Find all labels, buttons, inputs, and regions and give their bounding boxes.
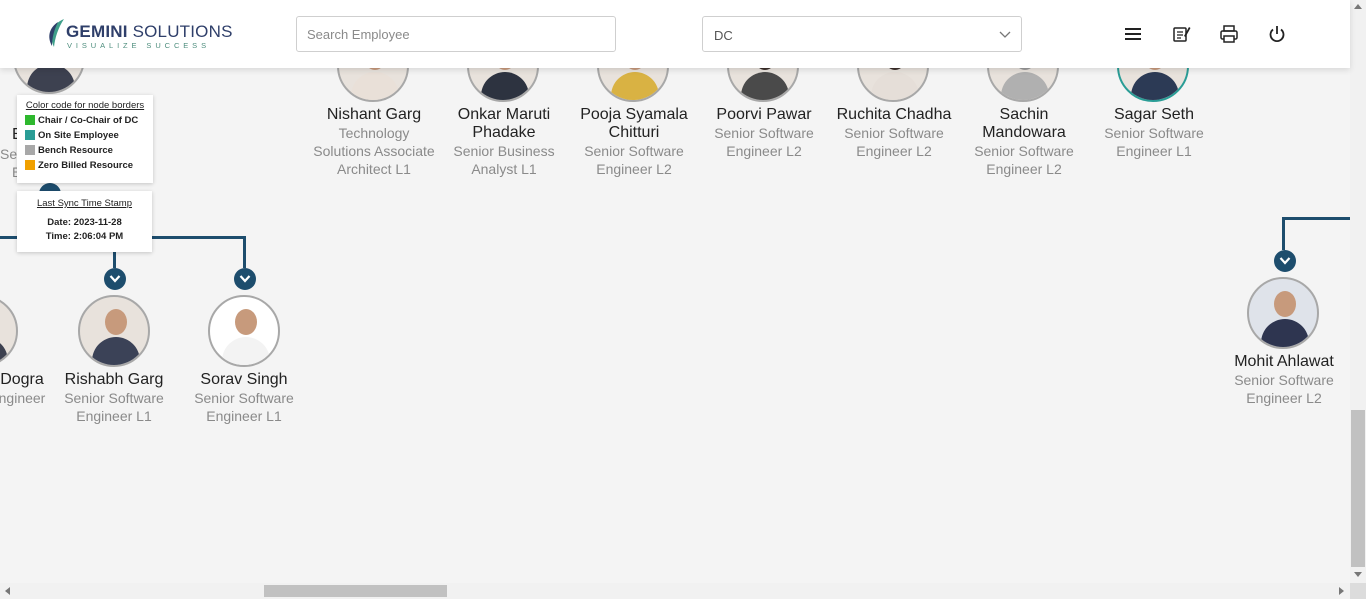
search-employee-input[interactable] bbox=[296, 16, 616, 52]
scroll-right-icon[interactable] bbox=[1339, 587, 1344, 595]
employee-node[interactable]: Sorav Singh Senior Software Engineer L1 bbox=[179, 371, 309, 425]
employee-role: Senior Software Engineer L2 bbox=[974, 143, 1074, 177]
employee-role: Senior Software Engineer L1 bbox=[64, 390, 164, 424]
leaf-logo-icon bbox=[49, 19, 64, 47]
legend-item: On Site Employee bbox=[23, 130, 147, 145]
employee-node[interactable]: Poorvi Pawar Senior Software Engineer L2 bbox=[699, 106, 829, 160]
connector-line bbox=[113, 250, 116, 268]
avatar[interactable] bbox=[1247, 277, 1319, 349]
scroll-down-icon[interactable] bbox=[1354, 572, 1362, 577]
connector-line bbox=[243, 236, 246, 268]
employee-role: Senior Software Engineer L2 bbox=[714, 125, 814, 159]
employee-role: Senior Software Engineer L2 bbox=[584, 143, 684, 177]
expand-toggle[interactable] bbox=[104, 268, 126, 290]
employee-node[interactable]: Pooja Syamala Chitturi Senior Software E… bbox=[569, 106, 699, 178]
dc-select[interactable]: DC bbox=[702, 16, 1022, 52]
employee-name: Sagar Seth bbox=[1113, 106, 1195, 123]
menu-icon[interactable] bbox=[1122, 23, 1144, 45]
legend-item: Zero Billed Resource bbox=[23, 160, 147, 175]
connector-line bbox=[1282, 217, 1285, 250]
employee-name: Nishant Garg bbox=[326, 106, 422, 123]
employee-name: Sorav Singh bbox=[200, 371, 288, 388]
expand-toggle[interactable] bbox=[234, 268, 256, 290]
employee-name: Mohit Ahlawat bbox=[1234, 353, 1334, 370]
gemini-logo[interactable]: GEMINI SOLUTIONS VISUALIZE SUCCESS bbox=[46, 16, 232, 52]
legend-item: Chair / Co-Chair of DC bbox=[23, 115, 147, 130]
sync-date: Date: 2023-11-28 bbox=[47, 217, 122, 228]
dc-select-value: DC bbox=[714, 28, 733, 43]
sync-panel: Last Sync Time Stamp Date: 2023-11-28 Ti… bbox=[17, 191, 152, 252]
employee-name: Pooja Syamala Chitturi bbox=[580, 106, 688, 141]
employee-node[interactable]: Sachin Mandowara Senior Software Enginee… bbox=[959, 106, 1089, 178]
power-icon[interactable] bbox=[1266, 23, 1288, 45]
employee-role: Senior Software Engineer L2 bbox=[844, 125, 944, 159]
employee-role: Senior Software Engineer L2 bbox=[1234, 372, 1334, 406]
horizontal-scroll-thumb[interactable] bbox=[264, 585, 447, 597]
employee-node[interactable]: Onkar Maruti Phadake Senior Business Ana… bbox=[439, 106, 569, 178]
avatar[interactable] bbox=[78, 295, 150, 367]
connector-line bbox=[152, 236, 246, 239]
employee-role: Senior Software Engineer L1 bbox=[194, 390, 294, 424]
employee-node[interactable]: Rishabh Garg Senior Software Engineer L1 bbox=[49, 371, 179, 425]
scrollbar-corner bbox=[1350, 583, 1366, 599]
sync-time: Time: 2:06:04 PM bbox=[45, 231, 124, 242]
top-header: GEMINI SOLUTIONS VISUALIZE SUCCESS DC bbox=[0, 0, 1350, 68]
avatar[interactable] bbox=[0, 295, 18, 367]
employee-node[interactable]: Sagar Seth Senior Software Engineer L1 bbox=[1089, 106, 1219, 160]
employee-name: Sachin Mandowara bbox=[982, 106, 1066, 141]
scroll-up-icon[interactable] bbox=[1354, 4, 1362, 9]
connector-line bbox=[0, 236, 18, 239]
legend-title: Color code for node borders bbox=[25, 100, 145, 111]
logo-tagline: VISUALIZE SUCCESS bbox=[67, 41, 210, 50]
employee-name: Ruchita Chadha bbox=[836, 106, 952, 123]
employee-node[interactable]: Ruchita Chadha Senior Software Engineer … bbox=[829, 106, 959, 160]
connector-line bbox=[1282, 217, 1350, 220]
legend-item: Bench Resource bbox=[23, 145, 147, 160]
employee-node[interactable]: Mohit Ahlawat Senior Software Engineer L… bbox=[1219, 353, 1349, 407]
partial-node-role: Se bbox=[0, 146, 18, 162]
sync-title: Last Sync Time Stamp bbox=[36, 198, 133, 209]
notes-icon[interactable] bbox=[1170, 23, 1192, 45]
expand-toggle[interactable] bbox=[1274, 250, 1296, 272]
vertical-scroll-thumb[interactable] bbox=[1351, 410, 1365, 567]
employee-name: Poorvi Pawar bbox=[716, 106, 812, 123]
employee-node[interactable]: Nishant Garg Technology Solutions Associ… bbox=[309, 106, 439, 178]
logo-text: GEMINI SOLUTIONS bbox=[66, 22, 233, 41]
employee-role: Senior Software Engineer L1 bbox=[1104, 125, 1204, 159]
legend-panel: Color code for node borders Chair / Co-C… bbox=[17, 95, 153, 183]
horizontal-scrollbar[interactable] bbox=[0, 583, 1350, 599]
avatar[interactable] bbox=[208, 295, 280, 367]
print-icon[interactable] bbox=[1218, 23, 1240, 45]
employee-role: Senior Business Analyst L1 bbox=[453, 143, 555, 177]
chevron-down-icon bbox=[999, 31, 1011, 38]
employee-role: Technology Solutions Associate Architect… bbox=[313, 125, 435, 177]
employee-name: Rishabh Garg bbox=[64, 371, 164, 388]
scroll-left-icon[interactable] bbox=[5, 587, 10, 595]
employee-name: Onkar Maruti Phadake bbox=[457, 106, 551, 141]
